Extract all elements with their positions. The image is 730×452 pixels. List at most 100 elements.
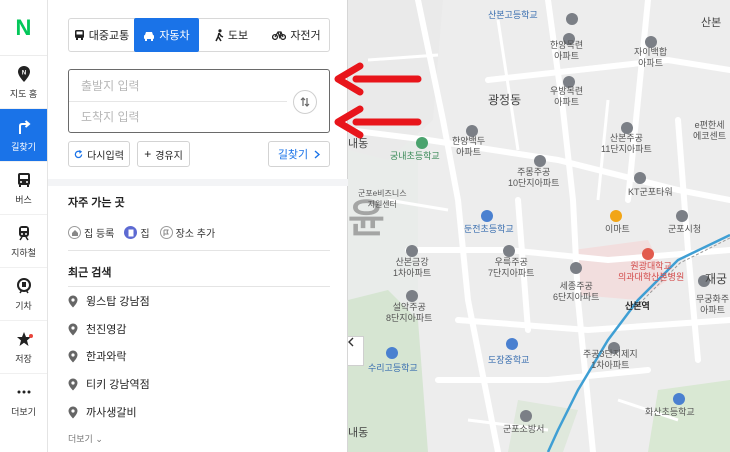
map-label: 둔전초등학교 <box>464 224 514 234</box>
chevron-right-icon <box>314 149 321 159</box>
building-icon <box>124 226 138 239</box>
divider <box>68 250 330 251</box>
map-label: 내동 <box>348 427 369 439</box>
apartment-marker <box>534 155 546 167</box>
route-divider <box>69 101 287 102</box>
hospital-marker <box>642 248 654 260</box>
tab-public-transit[interactable]: 대중교통 <box>69 19 134 51</box>
location-pin-icon <box>68 323 78 335</box>
recent-item[interactable]: 까사생갈비 <box>68 404 137 420</box>
map-label: 내동 <box>348 138 369 150</box>
flag-icon <box>159 226 173 239</box>
recent-item[interactable]: 티키 강남역점 <box>68 376 150 392</box>
svg-text:N: N <box>21 70 25 76</box>
register-home-button[interactable]: 집 등록 <box>68 225 114 240</box>
map-label: 세종주공 6단지아파트 <box>553 281 600 302</box>
more-label: 더보기 <box>68 434 93 444</box>
recent-label: 티키 강남역점 <box>86 379 150 391</box>
school-marker <box>673 393 685 405</box>
subway-icon <box>17 224 31 242</box>
map-label: 산본역 <box>625 301 650 311</box>
tab-label: 자동차 <box>159 30 190 42</box>
chevron-left-icon <box>348 337 354 347</box>
location-pin-icon <box>68 350 78 362</box>
map-label: 우륵주공 7단지아파트 <box>488 257 535 278</box>
map-label: 산본금강 1차아파트 <box>393 257 432 278</box>
fav-label: 집 등록 <box>84 229 115 240</box>
map-label: 산본고등학교 <box>488 10 538 20</box>
rail-label: 더보기 <box>11 407 36 417</box>
rail-label: 지도 홈 <box>9 88 38 99</box>
recent-item[interactable]: 천진영감 <box>68 321 126 337</box>
recent-label: 한과와락 <box>86 351 127 363</box>
walk-icon <box>215 28 224 42</box>
recent-item[interactable]: 윙스탑 강남점 <box>68 293 150 309</box>
plus-icon: + <box>144 147 152 161</box>
transport-mode-tabs: 대중교통 자동차 도보 자전거 <box>68 18 330 52</box>
origin-input[interactable] <box>81 76 281 96</box>
school-marker <box>481 210 493 222</box>
location-pin-icon <box>68 295 78 307</box>
rail-item-directions[interactable]: 길찾기 <box>0 109 47 162</box>
map-label: 우방목련 아파트 <box>550 86 584 107</box>
rail-item-more[interactable]: 더보기 <box>0 374 47 427</box>
show-more-link[interactable]: 더보기 ⌄ <box>68 432 103 445</box>
map-label: 산본 <box>701 17 722 29</box>
home-shortcut-button[interactable]: 집 <box>124 225 150 240</box>
tab-bicycle[interactable]: 자전거 <box>264 19 329 51</box>
find-route-button[interactable]: 길찾기 <box>268 141 330 167</box>
collapse-panel-button[interactable] <box>348 336 364 366</box>
refresh-icon <box>74 149 83 158</box>
map-label: 한양목련 아파트 <box>550 40 584 61</box>
bus-icon <box>17 171 31 189</box>
find-label: 길찾기 <box>277 149 309 161</box>
map-label: 수리고등학교 <box>368 363 418 373</box>
add-place-button[interactable]: 장소 추가 <box>159 225 215 240</box>
map-label: 도장중학교 <box>488 355 530 365</box>
annotation-arrow-origin <box>334 62 422 96</box>
school-marker <box>386 347 398 359</box>
map-label: 궁내초등학교 <box>390 151 440 161</box>
recent-label: 천진영감 <box>86 324 127 336</box>
direction-arrow-icon <box>17 118 31 136</box>
map-label: 자이백합 아파트 <box>634 47 668 68</box>
fire-station-marker <box>520 410 532 422</box>
tab-label: 자전거 <box>290 30 321 42</box>
car-icon <box>143 30 155 41</box>
home-icon <box>68 226 81 239</box>
tab-label: 도보 <box>227 30 249 42</box>
add-waypoint-button[interactable]: + 경유지 <box>137 141 190 167</box>
rail-item-subway[interactable]: 지하철 <box>0 215 47 268</box>
swap-route-button[interactable] <box>293 90 317 114</box>
favorites-title: 자주 가는 곳 <box>68 197 125 209</box>
reset-input-button[interactable]: 다시입력 <box>68 141 130 167</box>
rail-item-bus[interactable]: 버스 <box>0 162 47 215</box>
rail-label: 기차 <box>15 300 32 311</box>
train-icon <box>16 277 31 295</box>
map-label: 한양백두 아파트 <box>452 136 486 157</box>
divider <box>68 286 330 287</box>
map-label: 주공3단지제지 1차아파트 <box>583 349 638 370</box>
apartment-marker <box>503 245 515 257</box>
swap-arrows-icon <box>300 97 310 107</box>
favorites-row: 집 등록 집 장소 추가 <box>68 225 215 240</box>
tab-car[interactable]: 자동차 <box>134 18 199 52</box>
recent-title: 최근 검색 <box>68 267 112 279</box>
bicycle-icon <box>272 30 287 40</box>
rail-item-train[interactable]: 기차 <box>0 268 47 321</box>
naver-logo[interactable]: N <box>0 0 47 56</box>
rail-item-saved[interactable]: 저장 <box>0 321 47 374</box>
rail-item-map-home[interactable]: N 지도 홈 <box>0 56 47 109</box>
left-rail: N N 지도 홈 길찾기 버스 지하철 기차 저장 더보기 <box>0 0 48 452</box>
location-pin-icon <box>68 406 78 418</box>
waypoint-label: 경유지 <box>155 150 183 162</box>
bus-icon <box>74 29 85 41</box>
reset-label: 다시입력 <box>87 150 124 162</box>
location-pin-icon <box>68 378 78 390</box>
star-icon <box>16 330 32 348</box>
tab-walk[interactable]: 도보 <box>199 19 264 51</box>
apartment-marker <box>406 290 418 302</box>
recent-item[interactable]: 한과와락 <box>68 348 126 364</box>
destination-input[interactable] <box>81 107 281 127</box>
more-dots-icon <box>17 383 31 401</box>
